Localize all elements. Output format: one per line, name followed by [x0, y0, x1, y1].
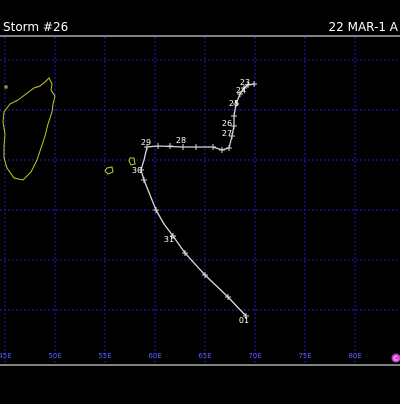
agency-logo: © [392, 354, 400, 364]
track-day-label: 30 [132, 166, 142, 175]
lon-label: 65E [198, 352, 211, 360]
date-title: 22 MAR-1 A [329, 20, 399, 34]
track-day-label: 25 [229, 99, 239, 108]
reunion-island [105, 167, 113, 174]
mauritius-island [129, 158, 135, 165]
storm-track-line [141, 84, 256, 316]
track-day-label: 23 [240, 78, 250, 87]
map-frame: 01 31 30 29 28 2726 25 2423 45E 50E 55E 60E 65E 70E 7… [0, 0, 400, 400]
track-day-label: 29 [141, 138, 151, 147]
track-day-label: 01 [239, 316, 249, 325]
track-day-label: 28 [176, 136, 186, 145]
track-day-label: 24 [236, 86, 246, 95]
lon-label: 60E [148, 352, 161, 360]
lon-label: 75E [298, 352, 311, 360]
longitude-axis: 45E 50E 55E 60E 65E 70E 75E 80E [0, 352, 362, 360]
track-ticks [138, 81, 257, 319]
lon-label: 50E [48, 352, 61, 360]
lon-label: 70E [248, 352, 261, 360]
storm-title: Storm #26 [3, 20, 68, 34]
madagascar-coastline [3, 78, 55, 180]
lon-label: 45E [0, 352, 12, 360]
logo-mark: © [393, 355, 400, 363]
lat-lon-grid [0, 37, 400, 364]
lon-label: 55E [98, 352, 111, 360]
lon-label: 80E [348, 352, 361, 360]
track-day-label: 31 [164, 235, 174, 244]
track-map[interactable]: 01 31 30 29 28 2726 25 2423 45E 50E 55E 60E 65E 70E 7… [0, 0, 400, 400]
track-labels: 01 31 30 29 28 2726 25 2423 [132, 78, 250, 325]
small-islet [5, 86, 7, 88]
track-day-label: 26 [222, 119, 232, 128]
track-day-label: 27 [222, 129, 232, 138]
